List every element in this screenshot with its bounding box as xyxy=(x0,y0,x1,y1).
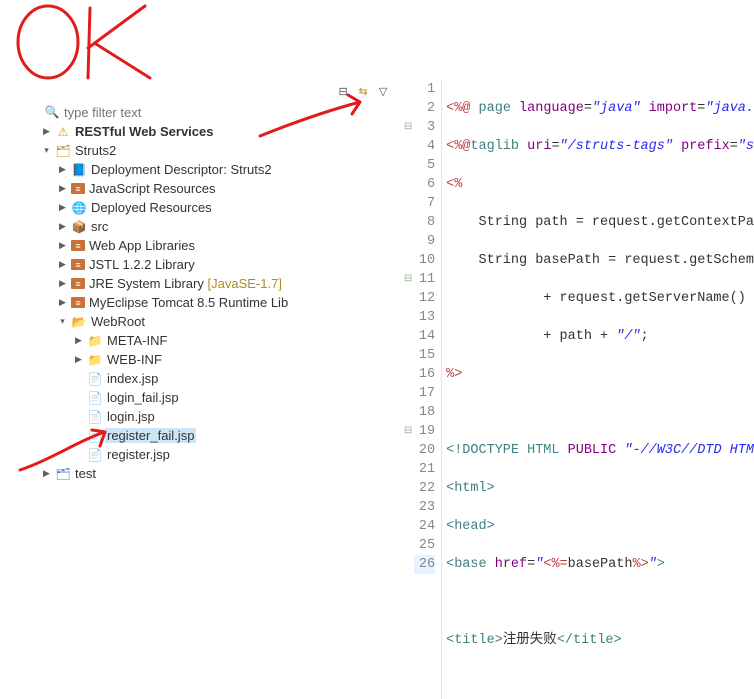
expand-icon[interactable]: ▶ xyxy=(56,259,69,270)
tree-label: JSTL 1.2.2 Library xyxy=(87,257,197,272)
collapse-all-icon[interactable]: ⊟ xyxy=(336,84,350,98)
tree-label: WebRoot xyxy=(89,314,147,329)
project-tree[interactable]: ▶ ⚠ RESTful Web Services ▾ 🗂 Struts2 ▶ 📘… xyxy=(40,122,398,699)
library-icon: ≡ xyxy=(71,240,85,251)
tree-item-jsres[interactable]: ▶ ≡ JavaScript Resources xyxy=(40,179,398,198)
explorer-toolbar: ⊟ ⇆ ▽ xyxy=(40,80,398,102)
tree-item-jstl[interactable]: ▶ ≡ JSTL 1.2.2 Library xyxy=(40,255,398,274)
search-icon: 🔍 xyxy=(44,104,60,120)
deployment-icon: 📘 xyxy=(71,162,87,178)
project-explorer: ⊟ ⇆ ▽ 🔍 ▶ ⚠ RESTful Web Services ▾ 🗂 Str… xyxy=(40,80,398,699)
tree-label: JavaScript Resources xyxy=(87,181,217,196)
tree-label: JRE System Library [JavaSE-1.7] xyxy=(87,276,284,291)
tree-item-regfail[interactable]: 📄 register_fail.jsp xyxy=(40,426,398,445)
code-editor[interactable]: ⊟ ⊟ ⊟ 123 456 789 101112 131415 161718 1… xyxy=(402,80,754,699)
tree-label: Struts2 xyxy=(73,143,118,158)
tree-item-jre[interactable]: ▶ ≡ JRE System Library [JavaSE-1.7] xyxy=(40,274,398,293)
expand-icon[interactable]: ▶ xyxy=(56,164,69,175)
folder-open-icon: 📂 xyxy=(71,314,87,330)
expand-icon[interactable]: ▶ xyxy=(72,335,85,346)
tree-item-restful[interactable]: ▶ ⚠ RESTful Web Services xyxy=(40,122,398,141)
expand-icon[interactable]: ▶ xyxy=(40,468,53,479)
expand-icon[interactable]: ▶ xyxy=(40,126,53,137)
tree-item-depdesc[interactable]: ▶ 📘 Deployment Descriptor: Struts2 xyxy=(40,160,398,179)
jsp-file-icon: 📄 xyxy=(87,371,103,387)
tree-item-webinf[interactable]: ▶ 📁 WEB-INF xyxy=(40,350,398,369)
expand-icon[interactable]: ▶ xyxy=(56,240,69,251)
tree-label: Deployment Descriptor: Struts2 xyxy=(89,162,274,177)
folder-icon: 📁 xyxy=(87,352,103,368)
jsp-file-icon: 📄 xyxy=(87,428,103,444)
tree-item-struts2[interactable]: ▾ 🗂 Struts2 xyxy=(40,141,398,160)
expand-icon[interactable]: ▶ xyxy=(56,183,69,194)
tree-label: index.jsp xyxy=(105,371,160,386)
view-menu-icon[interactable]: ▽ xyxy=(376,84,390,98)
tree-label: src xyxy=(89,219,110,234)
jsp-file-icon: 📄 xyxy=(87,409,103,425)
tree-label: Web App Libraries xyxy=(87,238,197,253)
expand-icon[interactable]: ▶ xyxy=(56,278,69,289)
tree-label: test xyxy=(73,466,98,481)
library-icon: ≡ xyxy=(71,278,85,289)
tree-item-webroot[interactable]: ▾ 📂 WebRoot xyxy=(40,312,398,331)
package-icon: 📦 xyxy=(71,219,87,235)
folder-icon: 📁 xyxy=(87,333,103,349)
tree-item-metainf[interactable]: ▶ 📁 META-INF xyxy=(40,331,398,350)
tree-label: Deployed Resources xyxy=(89,200,214,215)
tree-item-deplres[interactable]: ▶ 🌐 Deployed Resources xyxy=(40,198,398,217)
project-icon: 🗂 xyxy=(55,143,71,159)
tree-label: RESTful Web Services xyxy=(73,124,215,139)
globe-icon: 🌐 xyxy=(71,200,87,216)
library-icon: ≡ xyxy=(71,259,85,270)
tree-label: login.jsp xyxy=(105,409,157,424)
collapse-icon[interactable]: ▾ xyxy=(40,145,53,156)
tree-item-regjsp[interactable]: 📄 register.jsp xyxy=(40,445,398,464)
tree-item-test[interactable]: ▶ 🗂 test xyxy=(40,464,398,483)
tree-label: register_fail.jsp xyxy=(105,428,196,443)
tree-item-webapplib[interactable]: ▶ ≡ Web App Libraries xyxy=(40,236,398,255)
tree-label: META-INF xyxy=(105,333,169,348)
collapse-icon[interactable]: ▾ xyxy=(56,316,69,327)
filter-input[interactable] xyxy=(64,105,394,120)
tree-item-src[interactable]: ▶ 📦 src xyxy=(40,217,398,236)
code-area[interactable]: <%@ page language="java" import="java. <… xyxy=(442,80,754,699)
tree-label: MyEclipse Tomcat 8.5 Runtime Lib xyxy=(87,295,290,310)
jsp-file-icon: 📄 xyxy=(87,390,103,406)
expand-icon[interactable]: ▶ xyxy=(56,202,69,213)
line-numbers: 123 456 789 101112 131415 161718 192021 … xyxy=(414,80,442,699)
jsp-file-icon: 📄 xyxy=(87,447,103,463)
tree-item-tomcat[interactable]: ▶ ≡ MyEclipse Tomcat 8.5 Runtime Lib xyxy=(40,293,398,312)
folding-column[interactable]: ⊟ ⊟ ⊟ xyxy=(402,80,414,699)
project-icon: 🗂 xyxy=(55,466,71,482)
tree-item-loginjsp[interactable]: 📄 login.jsp xyxy=(40,407,398,426)
expand-icon[interactable]: ▶ xyxy=(72,354,85,365)
library-icon: ≡ xyxy=(71,297,85,308)
expand-icon[interactable]: ▶ xyxy=(56,221,69,232)
warning-icon: ⚠ xyxy=(55,124,71,140)
tree-label: register.jsp xyxy=(105,447,172,462)
link-editor-icon[interactable]: ⇆ xyxy=(356,84,370,98)
tree-label: WEB-INF xyxy=(105,352,164,367)
tree-item-indexjsp[interactable]: 📄 index.jsp xyxy=(40,369,398,388)
filter-box[interactable]: 🔍 xyxy=(40,102,398,122)
expand-icon[interactable]: ▶ xyxy=(56,297,69,308)
tree-item-loginfail[interactable]: 📄 login_fail.jsp xyxy=(40,388,398,407)
tree-label: login_fail.jsp xyxy=(105,390,181,405)
library-icon: ≡ xyxy=(71,183,85,194)
